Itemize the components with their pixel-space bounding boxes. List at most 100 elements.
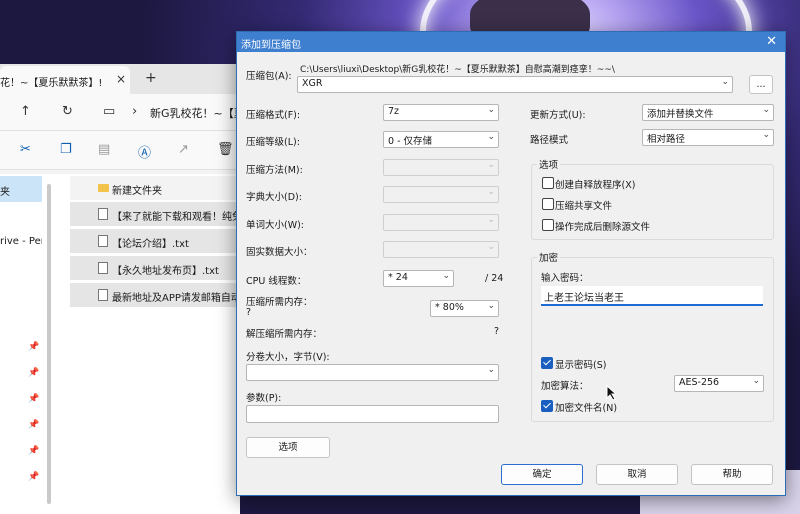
pathmode-select[interactable]: 相对路径 ⌄	[642, 129, 774, 146]
ok-button[interactable]: 确定	[501, 464, 583, 485]
update-value: 添加并替换文件	[647, 109, 714, 120]
params-input[interactable]	[246, 405, 499, 423]
arrow-up-icon[interactable]: ↑	[20, 104, 31, 119]
list-item[interactable]: 【论坛介绍】.txt	[70, 229, 240, 253]
level-value: 0 - 仅存储	[388, 136, 433, 147]
chevron-right-icon[interactable]: ›	[132, 104, 137, 119]
rename-icon[interactable]: Ⓐ	[138, 142, 151, 161]
chevron-down-icon: ⌄	[487, 187, 495, 197]
sfx-checkbox[interactable]	[542, 177, 554, 189]
mem-decompress-label: 解压缩所需内存：	[246, 329, 323, 340]
method-select[interactable]: ⌄	[383, 159, 499, 176]
paste-icon[interactable]: ▤	[98, 142, 110, 157]
dialog-titlebar[interactable]: 添加到压缩包 ✕	[237, 32, 785, 52]
cpu-max: / 24	[485, 273, 504, 284]
pin-icon[interactable]: 📌	[28, 472, 39, 482]
delete-checkbox[interactable]	[542, 219, 554, 231]
cut-icon[interactable]: ✂	[20, 142, 31, 157]
options-button[interactable]: 选项	[246, 437, 330, 458]
list-item[interactable]: 【来了就能下载和观看！纯免	[70, 202, 240, 226]
refresh-icon[interactable]: ↻	[62, 104, 73, 119]
solid-label: 固实数据大小：	[246, 247, 313, 258]
method-label: 压缩方法(M):	[246, 165, 303, 176]
show-password-checkbox[interactable]	[541, 357, 553, 369]
sidebar-item[interactable]: 夹	[0, 176, 42, 202]
explorer-tab-title: 花！~【夏乐默默茶】!	[0, 78, 103, 89]
dict-label: 字典大小(D):	[246, 192, 302, 203]
shared-checkbox[interactable]	[542, 198, 554, 210]
monitor-icon[interactable]: ▭	[103, 104, 115, 119]
solid-select[interactable]: ⌄	[383, 241, 499, 258]
encrypt-names-checkbox[interactable]	[541, 400, 553, 412]
file-name: 【永久地址发布页】.txt	[112, 266, 219, 277]
pin-icon[interactable]: 📌	[28, 420, 39, 430]
encrypt-names-label[interactable]: 加密文件名(N)	[555, 400, 617, 414]
close-icon[interactable]: ✕	[766, 34, 777, 49]
new-tab-icon[interactable]: +	[145, 70, 157, 86]
browse-button[interactable]: ...	[749, 75, 773, 94]
mem-compress-select[interactable]: * 80% ⌄	[430, 300, 499, 317]
mem-decompress-value: ?	[494, 326, 500, 337]
enc-method-select[interactable]: AES-256 ⌄	[674, 375, 764, 392]
delete-label[interactable]: 操作完成后删除源文件	[555, 219, 650, 233]
split-label: 分卷大小，字节(V):	[246, 352, 330, 363]
help-button[interactable]: 帮助	[691, 464, 773, 485]
format-label: 压缩格式(F):	[246, 110, 301, 121]
delete-icon[interactable]: 🗑	[217, 142, 234, 157]
pin-icon[interactable]: 📌	[28, 368, 39, 378]
list-item[interactable]: 最新地址及APP请发邮箱自动	[70, 283, 240, 307]
word-select[interactable]: ⌄	[383, 214, 499, 231]
chevron-down-icon: ⌄	[487, 215, 495, 225]
chevron-down-icon: ⌄	[487, 242, 495, 252]
chevron-down-icon[interactable]: ⌄	[752, 376, 760, 386]
explorer-tab-bar: 花！~【夏乐默默茶】! × +	[0, 64, 240, 94]
list-item[interactable]: 新建文件夹	[70, 176, 240, 200]
cpu-value: * 24	[388, 272, 408, 283]
archive-name-value: XGR	[302, 78, 323, 89]
chevron-down-icon[interactable]: ⌄	[442, 271, 450, 281]
file-name: 【论坛介绍】.txt	[112, 239, 189, 250]
level-select[interactable]: 0 - 仅存储 ⌄	[383, 131, 499, 148]
copy-icon[interactable]: ❐	[60, 142, 72, 157]
shared-label[interactable]: 压缩共享文件	[555, 198, 612, 212]
mouse-cursor-icon	[606, 385, 618, 401]
cancel-button[interactable]: 取消	[596, 464, 678, 485]
address-path[interactable]: 新G乳校花！~【夏	[150, 105, 245, 121]
show-password-label[interactable]: 显示密码(S)	[555, 357, 606, 371]
explorer-nav-bar: ↑ ↻ ▭ › 新G乳校花！~【夏	[0, 94, 245, 131]
update-select[interactable]: 添加并替换文件 ⌄	[642, 104, 774, 121]
password-value: 上老王论坛当老王	[544, 293, 624, 304]
document-icon	[98, 235, 108, 247]
chevron-down-icon[interactable]: ⌄	[487, 105, 495, 115]
chevron-down-icon[interactable]: ⌄	[487, 132, 495, 142]
sidebar-scrollbar[interactable]	[47, 184, 51, 504]
pin-icon[interactable]: 📌	[28, 342, 39, 352]
folder-icon	[98, 184, 109, 192]
dict-select[interactable]: ⌄	[383, 186, 499, 203]
explorer-toolbar: ✂ ❐ ▤ Ⓐ ↗ 🗑	[0, 131, 240, 170]
list-item[interactable]: 【永久地址发布页】.txt	[70, 256, 240, 280]
split-combo[interactable]: ⌄	[246, 364, 499, 381]
chevron-down-icon[interactable]: ⌄	[762, 130, 770, 140]
pin-icon[interactable]: 📌	[28, 394, 39, 404]
chevron-down-icon[interactable]: ⌄	[762, 105, 770, 115]
document-icon	[98, 262, 108, 274]
pin-icon[interactable]: 📌	[28, 446, 39, 456]
chevron-down-icon[interactable]: ⌄	[487, 365, 495, 375]
archive-name-combo[interactable]: XGR ⌄	[297, 76, 733, 93]
password-input[interactable]: 上老王论坛当老王	[541, 286, 763, 306]
sfx-label[interactable]: 创建自释放程序(X)	[555, 177, 635, 191]
dialog-title: 添加到压缩包	[241, 40, 301, 51]
chevron-down-icon[interactable]: ⌄	[721, 77, 729, 87]
cpu-label: CPU 线程数：	[246, 276, 307, 287]
enc-method-value: AES-256	[679, 377, 720, 388]
format-value: 7z	[388, 106, 400, 117]
sidebar-item[interactable]: rive - Per	[0, 229, 42, 255]
share-icon[interactable]: ↗	[178, 142, 189, 157]
cpu-select[interactable]: * 24 ⌄	[383, 270, 454, 287]
mem-compress-sub: ?	[246, 307, 252, 318]
explorer-tab[interactable]: 花！~【夏乐默默茶】! ×	[0, 66, 130, 94]
close-icon[interactable]: ×	[116, 72, 126, 86]
chevron-down-icon[interactable]: ⌄	[487, 301, 495, 311]
format-select[interactable]: 7z ⌄	[383, 104, 499, 121]
